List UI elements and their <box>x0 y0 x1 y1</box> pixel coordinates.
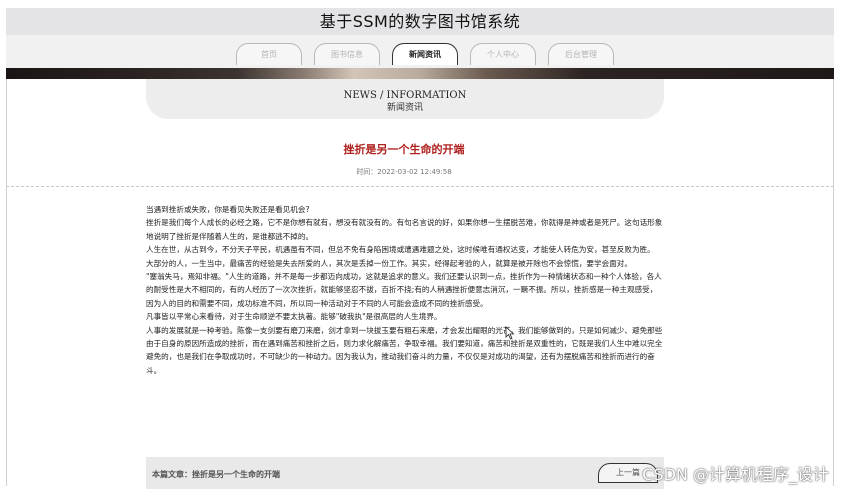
site-title: 基于SSM的数字图书馆系统 <box>319 12 521 31</box>
section-header: NEWS / INFORMATION 新闻资讯 <box>146 79 664 119</box>
main-nav: 首页 图书信息 新闻资讯 个人中心 后台管理 <box>236 43 614 65</box>
banner-image <box>6 68 834 79</box>
section-title-cn: 新闻资讯 <box>386 103 423 113</box>
paragraph: "塞翁失马，焉知非福。"人生的道路，并不是每一步都迈向成功，这就是追求的意义。我… <box>146 272 662 308</box>
watermark: CSDN @计算机程序_设计 <box>642 465 829 484</box>
mouse-cursor-icon <box>505 326 515 340</box>
paragraph: 大部分的人，一生当中，最痛苦的经验是失去所爱的人，其次是丢掉一份工作。其实，经得… <box>146 258 632 268</box>
section-title-en: NEWS / INFORMATION <box>343 90 467 101</box>
nav-home[interactable]: 首页 <box>236 43 302 65</box>
article-nav-box: 本篇文章：挫折是另一个生命的开端 上一篇 <box>146 457 664 489</box>
divider <box>6 186 834 187</box>
paragraph: 凡事皆以平常心来看待，对于生命顺逆不要太执著。能够"破我执"是很高层的人生境界。 <box>146 312 442 322</box>
paragraph: 当遇到挫折或失败，你是看见失败还是看见机会? <box>146 205 310 214</box>
nav-bar: 首页 图书信息 新闻资讯 个人中心 后台管理 <box>6 35 834 68</box>
paragraph: 人事的发展就是一种考验。陈像一支剑要有磨刀来磨，剑才拿到一块拔玉要有粗石来磨，才… <box>146 325 663 375</box>
site-header: 基于SSM的数字图书馆系统 <box>6 8 834 35</box>
article-content: 当遇到挫折或失败，你是看见失败还是看见机会? 挫折是我们每个人成长的必经之路，它… <box>146 203 664 377</box>
paragraph: 人生在世，从古到今，不分天子平民，机遇虽有不同，但总不免有身陷困境或遭遇难题之处… <box>146 245 655 255</box>
paragraph: 挫折是我们每个人成长的必经之路，它不是你想有就有，想没有就没有的。有句名言说的好… <box>146 218 663 241</box>
nav-admin[interactable]: 后台管理 <box>548 43 614 65</box>
current-article-label: 本篇文章：挫折是另一个生命的开端 <box>152 470 280 479</box>
nav-user-center[interactable]: 个人中心 <box>470 43 536 65</box>
article-time: 时间：2022-03-02 12:49:58 <box>356 168 452 176</box>
article-title: 挫折是另一个生命的开端 <box>343 143 465 156</box>
nav-books[interactable]: 图书信息 <box>314 43 380 65</box>
nav-news[interactable]: 新闻资讯 <box>392 43 458 65</box>
